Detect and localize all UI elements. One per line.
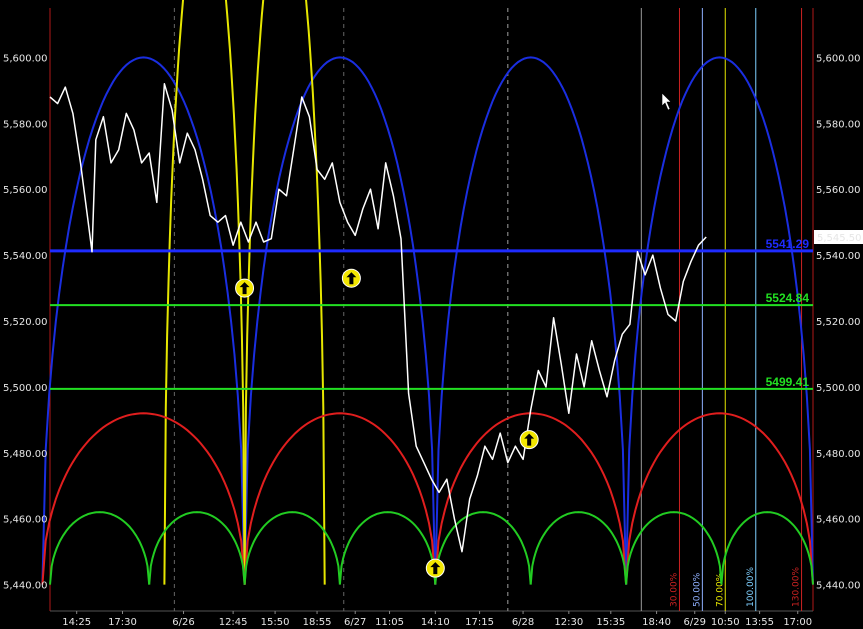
- y-tick-label: 5,540.00: [3, 251, 48, 262]
- y-tick-label: 5,460.00: [816, 515, 861, 526]
- up-arrow-icon: [341, 268, 361, 288]
- pct-label: 130.00%: [792, 567, 802, 607]
- y-tick-label: 5,560.00: [816, 185, 861, 196]
- x-tick-label: 6/28: [512, 617, 534, 628]
- y-tick-label: 5,480.00: [816, 449, 861, 460]
- y-tick-label: 5,580.00: [816, 119, 861, 130]
- level-label: 5524.84: [766, 291, 810, 305]
- x-tick-label: 15:35: [596, 617, 625, 628]
- y-tick-label: 5,520.00: [3, 317, 48, 328]
- x-tick-label: 17:15: [465, 617, 494, 628]
- last-price-marker: 5,545.50: [814, 230, 863, 245]
- y-tick-label: 5,480.00: [3, 449, 48, 460]
- y-tick-label: 5,460.00: [3, 515, 48, 526]
- x-tick-label: 14:25: [62, 617, 91, 628]
- y-tick-label: 5,520.00: [816, 317, 861, 328]
- level-label: 5541.29: [766, 237, 810, 251]
- x-tick-label: 17:00: [783, 617, 812, 628]
- y-tick-label: 5,440.00: [3, 581, 48, 592]
- price-chart[interactable]: 30.00% 50.00% 70.00% 100.00% 130.00% 5541.29…: [0, 0, 863, 629]
- up-arrow-icon: [425, 558, 445, 578]
- x-tick-label: 6/26: [172, 617, 194, 628]
- x-tick-label: 12:45: [219, 617, 248, 628]
- y-tick-label: 5,600.00: [816, 53, 861, 64]
- x-tick-label: 15:50: [261, 617, 290, 628]
- y-tick-label: 5,500.00: [3, 383, 48, 394]
- pct-label: 30.00%: [669, 572, 679, 607]
- x-tick-label: 6/29: [684, 617, 706, 628]
- y-tick-label: 5,540.00: [816, 251, 861, 262]
- pct-label: 100.00%: [746, 567, 756, 607]
- x-tick-label: 6/27: [344, 617, 366, 628]
- x-tick-label: 14:10: [421, 617, 450, 628]
- pct-label: 50.00%: [692, 572, 702, 607]
- y-tick-label: 5,580.00: [3, 119, 48, 130]
- up-arrow-icon: [519, 430, 539, 450]
- x-tick-label: 18:40: [642, 617, 671, 628]
- up-arrow-icon: [235, 278, 255, 298]
- y-tick-label: 5,440.00: [816, 581, 861, 592]
- y-tick-label: 5,560.00: [3, 185, 48, 196]
- x-tick-label: 11:05: [375, 617, 404, 628]
- x-tick-label: 12:30: [554, 617, 583, 628]
- last-price-label: 5,545.50: [817, 233, 862, 244]
- y-tick-label: 5,600.00: [3, 53, 48, 64]
- y-tick-label: 5,500.00: [816, 383, 861, 394]
- x-tick-label: 13:55: [745, 617, 774, 628]
- level-label: 5499.41: [766, 375, 810, 389]
- x-tick-label: 10:50: [711, 617, 740, 628]
- x-tick-label: 18:55: [303, 617, 332, 628]
- x-tick-label: 17:30: [108, 617, 137, 628]
